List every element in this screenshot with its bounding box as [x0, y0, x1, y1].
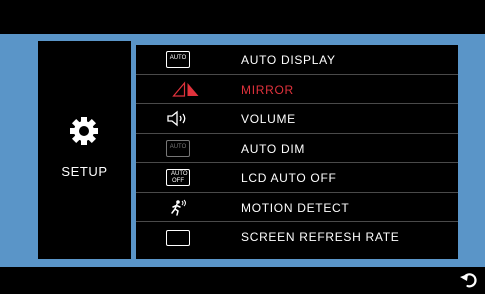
gear-icon [70, 117, 98, 145]
menu-item-label: AUTO DIM [241, 141, 306, 156]
menu-item-label: VOLUME [241, 112, 296, 126]
setup-label: SETUP [61, 164, 108, 179]
menu-item-label: SCREEN REFRESH RATE [241, 230, 400, 244]
menu-item-screen-refresh-rate[interactable]: SCREEN REFRESH RATE [136, 222, 458, 252]
menu-item-auto-display[interactable]: AUTO AUTO DISPLAY [136, 45, 458, 75]
menu-item-motion-detect[interactable]: MOTION DETECT [136, 193, 458, 222]
menu-item-lcd-auto-off[interactable]: AUTO OFF LCD AUTO OFF [136, 163, 458, 193]
setup-sidebar: SETUP [38, 41, 131, 259]
setup-menu: AUTO AUTO DISPLAY MIRROR VOLUME AUTO AUT… [136, 45, 458, 259]
auto-dim-icon: AUTO [166, 139, 190, 157]
bottom-bar [0, 267, 485, 294]
menu-item-auto-dim[interactable]: AUTO AUTO DIM [136, 134, 458, 163]
motion-detect-icon [171, 199, 186, 216]
lcd-auto-off-icon: AUTO OFF [166, 169, 190, 186]
speaker-icon [167, 110, 186, 127]
menu-item-label: AUTO DISPLAY [241, 53, 336, 67]
menu-item-label: MIRROR [241, 82, 294, 97]
menu-item-label: MOTION DETECT [241, 200, 350, 215]
back-icon[interactable] [459, 270, 479, 290]
menu-item-volume[interactable]: VOLUME [136, 104, 458, 134]
menu-item-label: LCD AUTO OFF [241, 171, 337, 185]
top-bar [0, 0, 485, 34]
mirror-icon [172, 80, 199, 97]
auto-display-icon: AUTO [166, 51, 190, 68]
screen-refresh-icon [166, 230, 190, 246]
menu-item-mirror[interactable]: MIRROR [136, 75, 458, 104]
